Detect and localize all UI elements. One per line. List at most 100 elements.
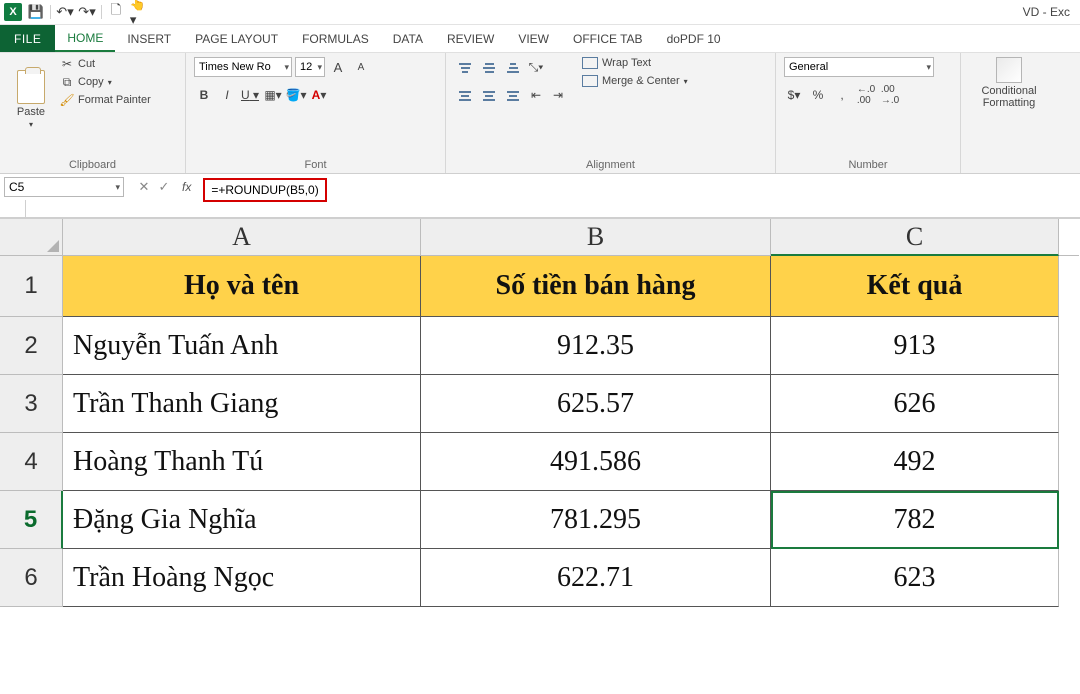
cell-B1[interactable]: Số tiền bán hàng <box>421 256 771 317</box>
column-header-blank[interactable] <box>1059 219 1079 256</box>
cell-A5[interactable]: Đặng Gia Nghĩa <box>63 491 421 549</box>
currency-button[interactable]: $▾ <box>784 85 804 105</box>
save-icon[interactable]: 💾 <box>28 4 44 20</box>
orientation-button[interactable]: ⤡▾ <box>526 57 546 77</box>
number-format-combo[interactable]: General <box>784 57 934 77</box>
cell-B2[interactable]: 912.35 <box>421 317 771 375</box>
group-label-alignment: Alignment <box>454 157 767 171</box>
align-center-button[interactable] <box>478 85 500 107</box>
name-box-value: C5 <box>9 180 24 194</box>
cell-C6[interactable]: 623 <box>771 549 1059 607</box>
tab-insert[interactable]: INSERT <box>115 25 183 52</box>
cancel-formula-button[interactable]: ✕ <box>134 179 154 195</box>
merge-center-button[interactable]: Merge & Center ▾ <box>582 75 688 87</box>
enter-formula-button[interactable]: ✓ <box>154 179 174 195</box>
cell-B4[interactable]: 491.586 <box>421 433 771 491</box>
name-box[interactable]: C5 <box>4 177 124 197</box>
formula-input[interactable]: =+ROUNDUP(B5,0) <box>199 176 1080 198</box>
format-painter-label: Format Painter <box>78 94 151 106</box>
sheet-tab-placeholder[interactable] <box>0 200 26 217</box>
decrease-decimal-button[interactable]: .00→.0 <box>880 85 900 105</box>
align-right-button[interactable] <box>502 85 524 107</box>
column-header-A[interactable]: A <box>63 219 421 256</box>
tab-review[interactable]: REVIEW <box>435 25 506 52</box>
select-all-corner[interactable] <box>0 219 63 256</box>
ribbon-tabs: FILE HOME INSERT PAGE LAYOUT FORMULAS DA… <box>0 24 1080 52</box>
paste-icon <box>17 70 45 104</box>
column-header-C[interactable]: C <box>771 219 1059 256</box>
cell-A6[interactable]: Trần Hoàng Ngọc <box>63 549 421 607</box>
font-size-combo[interactable]: 12 <box>295 57 325 77</box>
italic-button[interactable]: I <box>217 85 237 105</box>
cell-C1[interactable]: Kết quả <box>771 256 1059 317</box>
cell-B6[interactable]: 622.71 <box>421 549 771 607</box>
tab-formulas[interactable]: FORMULAS <box>290 25 381 52</box>
conditional-formatting-button[interactable]: Conditional Formatting <box>969 57 1049 109</box>
cell-A1[interactable]: Họ và tên <box>63 256 421 317</box>
touch-mode-icon[interactable]: 👆▾ <box>130 4 146 20</box>
cut-button[interactable]: ✂ Cut <box>60 57 151 71</box>
underline-button[interactable]: U ▾ <box>240 85 260 105</box>
formula-bar: C5 ✕ ✓ fx =+ROUNDUP(B5,0) <box>0 174 1080 219</box>
tab-office-tab[interactable]: OFFICE TAB <box>561 25 655 52</box>
cell-B3[interactable]: 625.57 <box>421 375 771 433</box>
row-header-5[interactable]: 5 <box>0 491 63 549</box>
brush-icon: 🖌 <box>60 93 74 107</box>
paste-button[interactable]: Paste ▾ <box>8 57 54 141</box>
redo-icon[interactable]: ↷▾ <box>79 4 95 20</box>
conditional-formatting-icon <box>996 57 1022 83</box>
cell-C3[interactable]: 626 <box>771 375 1059 433</box>
align-top-button[interactable] <box>454 57 476 79</box>
cell-A3[interactable]: Trần Thanh Giang <box>63 375 421 433</box>
align-bottom-button[interactable] <box>502 57 524 79</box>
tab-file[interactable]: FILE <box>0 25 55 52</box>
increase-indent-button[interactable]: ⇥ <box>548 85 568 105</box>
format-painter-button[interactable]: 🖌 Format Painter <box>60 93 151 107</box>
column-header-B[interactable]: B <box>421 219 771 256</box>
cell-B5[interactable]: 781.295 <box>421 491 771 549</box>
cell-C5[interactable]: 782 <box>771 491 1059 549</box>
group-label-font: Font <box>194 157 437 171</box>
tab-page-layout[interactable]: PAGE LAYOUT <box>183 25 290 52</box>
conditional-label-2: Formatting <box>983 97 1036 109</box>
fill-color-button[interactable]: 🪣▾ <box>286 85 306 105</box>
cell-A4[interactable]: Hoàng Thanh Tú <box>63 433 421 491</box>
row-header-2[interactable]: 2 <box>0 317 63 375</box>
align-left-button[interactable] <box>454 85 476 107</box>
undo-icon[interactable]: ↶▾ <box>57 4 73 20</box>
increase-decimal-button[interactable]: ←.0.00 <box>856 85 876 105</box>
decrease-indent-button[interactable]: ⇤ <box>526 85 546 105</box>
align-middle-button[interactable] <box>478 57 500 79</box>
row-header-4[interactable]: 4 <box>0 433 63 491</box>
decrease-font-button[interactable]: A <box>351 57 371 77</box>
bold-button[interactable]: B <box>194 85 214 105</box>
row-header-6[interactable]: 6 <box>0 549 63 607</box>
wrap-text-button[interactable]: Wrap Text <box>582 57 688 69</box>
dollar-icon: $ <box>788 88 795 102</box>
worksheet: A B C 1 2 3 4 5 6 Họ và tên Số tiền bán … <box>0 219 1080 607</box>
row-header-3[interactable]: 3 <box>0 375 63 433</box>
tab-dopdf[interactable]: doPDF 10 <box>655 25 733 52</box>
cell-C2[interactable]: 913 <box>771 317 1059 375</box>
fx-icon[interactable]: fx <box>182 180 191 194</box>
increase-font-button[interactable]: A <box>328 57 348 77</box>
group-number: General $▾ % , ←.0.00 .00→.0 Number <box>776 53 961 173</box>
tab-view[interactable]: VIEW <box>506 25 561 52</box>
cell-A2[interactable]: Nguyễn Tuấn Anh <box>63 317 421 375</box>
font-color-button[interactable]: A▾ <box>309 85 329 105</box>
comma-button[interactable]: , <box>832 85 852 105</box>
group-label-clipboard: Clipboard <box>8 157 177 171</box>
copy-button[interactable]: ⧉ Copy ▾ <box>60 75 151 89</box>
cell-C4[interactable]: 492 <box>771 433 1059 491</box>
percent-button[interactable]: % <box>808 85 828 105</box>
copy-icon: ⧉ <box>60 75 74 89</box>
border-button[interactable]: ▦▾ <box>263 85 283 105</box>
tab-home[interactable]: HOME <box>55 25 115 52</box>
group-label-styles <box>969 169 1053 171</box>
font-name-combo[interactable]: Times New Ro <box>194 57 292 77</box>
tab-data[interactable]: DATA <box>381 25 435 52</box>
wrap-text-label: Wrap Text <box>602 57 651 69</box>
row-header-1[interactable]: 1 <box>0 256 63 317</box>
qat-separator <box>101 5 102 19</box>
print-preview-icon[interactable]: 🗋 <box>108 4 124 20</box>
